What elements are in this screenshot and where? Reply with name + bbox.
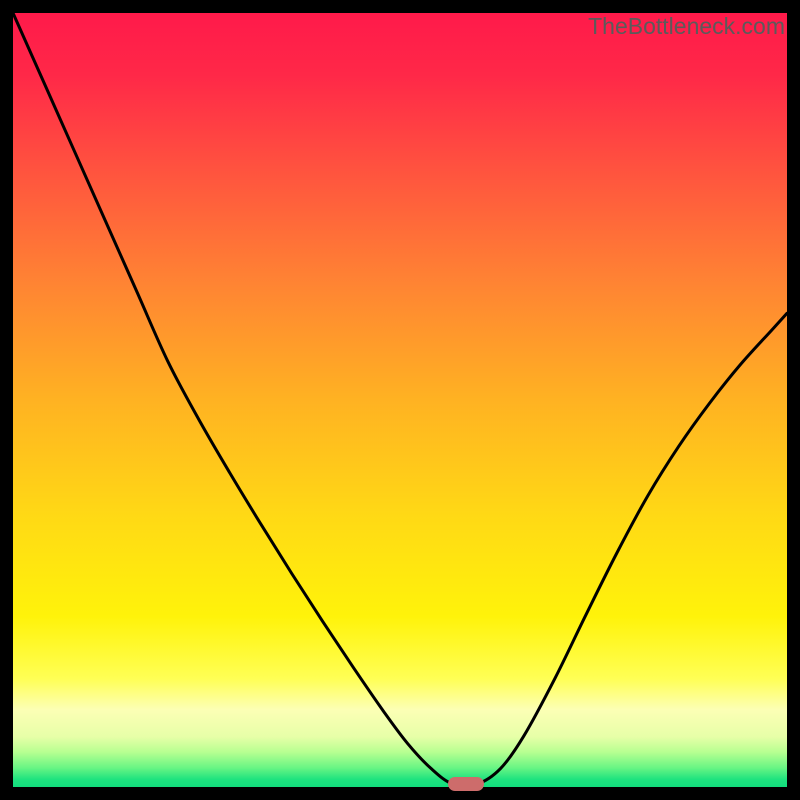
curve-layer xyxy=(13,13,787,787)
watermark-text: TheBottleneck.com xyxy=(588,13,785,40)
optimal-marker xyxy=(448,777,484,791)
bottleneck-curve xyxy=(13,13,787,786)
chart-frame: TheBottleneck.com xyxy=(13,13,787,787)
